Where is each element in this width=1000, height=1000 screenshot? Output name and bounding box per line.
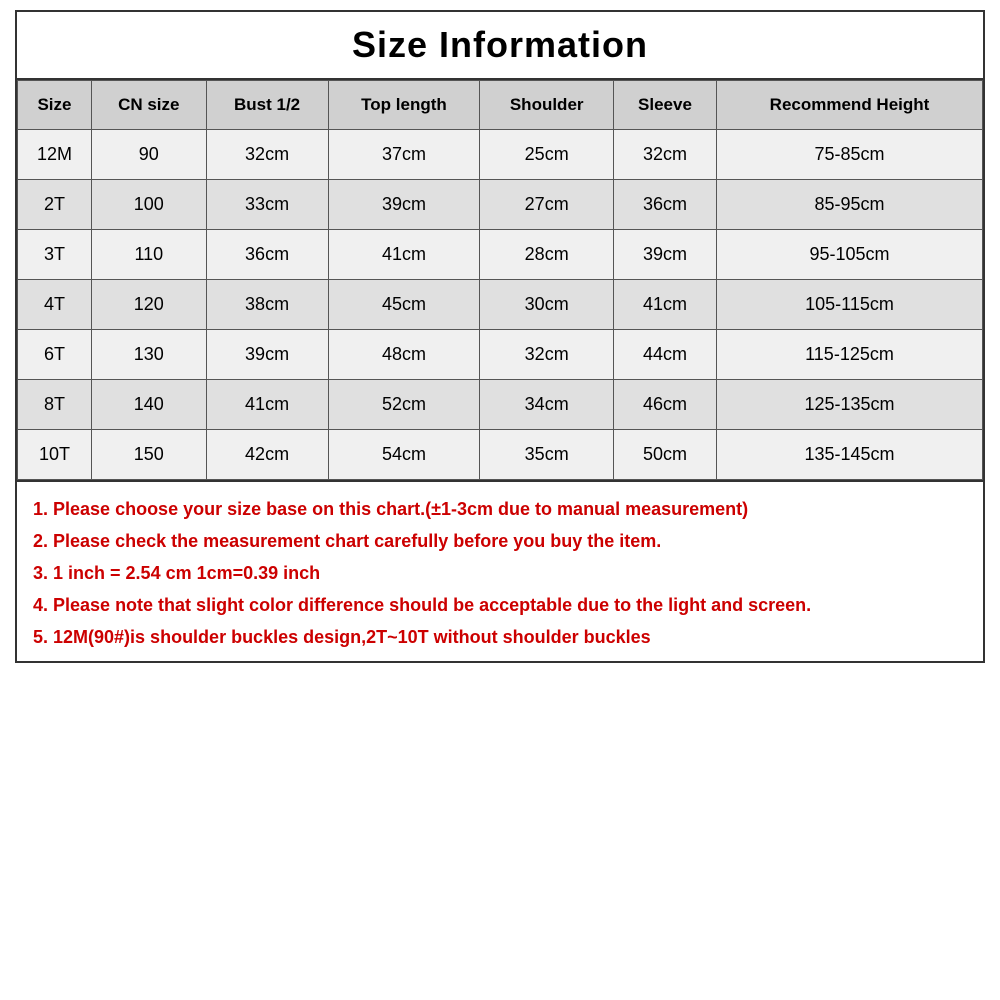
cell-0-4: 25cm xyxy=(480,130,614,180)
cell-6-0: 10T xyxy=(18,430,92,480)
cell-0-2: 32cm xyxy=(206,130,328,180)
cell-4-2: 39cm xyxy=(206,330,328,380)
cell-5-6: 125-135cm xyxy=(716,380,982,430)
size-table: SizeCN sizeBust 1/2Top lengthShoulderSle… xyxy=(17,80,983,480)
cell-6-2: 42cm xyxy=(206,430,328,480)
cell-0-6: 75-85cm xyxy=(716,130,982,180)
header-cell-4: Shoulder xyxy=(480,81,614,130)
table-row: 6T13039cm48cm32cm44cm115-125cm xyxy=(18,330,983,380)
notes-section: 1. Please choose your size base on this … xyxy=(15,482,985,663)
cell-5-5: 46cm xyxy=(613,380,716,430)
cell-4-6: 115-125cm xyxy=(716,330,982,380)
table-row: 10T15042cm54cm35cm50cm135-145cm xyxy=(18,430,983,480)
header-cell-0: Size xyxy=(18,81,92,130)
table-row: 2T10033cm39cm27cm36cm85-95cm xyxy=(18,180,983,230)
size-table-wrapper: SizeCN sizeBust 1/2Top lengthShoulderSle… xyxy=(15,78,985,482)
cell-1-2: 33cm xyxy=(206,180,328,230)
cell-5-0: 8T xyxy=(18,380,92,430)
cell-6-5: 50cm xyxy=(613,430,716,480)
table-row: 4T12038cm45cm30cm41cm105-115cm xyxy=(18,280,983,330)
cell-5-1: 140 xyxy=(91,380,206,430)
title-section: Size Information xyxy=(15,10,985,78)
note-4: 4. Please note that slight color differe… xyxy=(33,592,967,620)
table-row: 8T14041cm52cm34cm46cm125-135cm xyxy=(18,380,983,430)
cell-4-3: 48cm xyxy=(328,330,480,380)
cell-0-3: 37cm xyxy=(328,130,480,180)
cell-3-3: 45cm xyxy=(328,280,480,330)
cell-5-2: 41cm xyxy=(206,380,328,430)
header-cell-1: CN size xyxy=(91,81,206,130)
cell-2-6: 95-105cm xyxy=(716,230,982,280)
note-5: 5. 12M(90#)is shoulder buckles design,2T… xyxy=(33,624,967,652)
note-2: 2. Please check the measurement chart ca… xyxy=(33,528,967,556)
header-cell-2: Bust 1/2 xyxy=(206,81,328,130)
cell-2-2: 36cm xyxy=(206,230,328,280)
cell-2-5: 39cm xyxy=(613,230,716,280)
cell-2-3: 41cm xyxy=(328,230,480,280)
cell-6-1: 150 xyxy=(91,430,206,480)
cell-6-6: 135-145cm xyxy=(716,430,982,480)
cell-3-6: 105-115cm xyxy=(716,280,982,330)
cell-1-6: 85-95cm xyxy=(716,180,982,230)
cell-4-1: 130 xyxy=(91,330,206,380)
cell-3-4: 30cm xyxy=(480,280,614,330)
cell-1-1: 100 xyxy=(91,180,206,230)
cell-6-4: 35cm xyxy=(480,430,614,480)
cell-3-0: 4T xyxy=(18,280,92,330)
note-3: 3. 1 inch = 2.54 cm 1cm=0.39 inch xyxy=(33,560,967,588)
table-header: SizeCN sizeBust 1/2Top lengthShoulderSle… xyxy=(18,81,983,130)
cell-1-0: 2T xyxy=(18,180,92,230)
cell-3-2: 38cm xyxy=(206,280,328,330)
header-cell-6: Recommend Height xyxy=(716,81,982,130)
cell-0-1: 90 xyxy=(91,130,206,180)
header-cell-5: Sleeve xyxy=(613,81,716,130)
cell-5-3: 52cm xyxy=(328,380,480,430)
table-row: 12M9032cm37cm25cm32cm75-85cm xyxy=(18,130,983,180)
cell-0-5: 32cm xyxy=(613,130,716,180)
cell-4-4: 32cm xyxy=(480,330,614,380)
cell-1-4: 27cm xyxy=(480,180,614,230)
page-title: Size Information xyxy=(17,24,983,66)
size-info-page: Size Information SizeCN sizeBust 1/2Top … xyxy=(0,0,1000,1000)
table-body: 12M9032cm37cm25cm32cm75-85cm2T10033cm39c… xyxy=(18,130,983,480)
cell-1-3: 39cm xyxy=(328,180,480,230)
note-1: 1. Please choose your size base on this … xyxy=(33,496,967,524)
table-row: 3T11036cm41cm28cm39cm95-105cm xyxy=(18,230,983,280)
cell-4-0: 6T xyxy=(18,330,92,380)
header-cell-3: Top length xyxy=(328,81,480,130)
cell-2-1: 110 xyxy=(91,230,206,280)
cell-6-3: 54cm xyxy=(328,430,480,480)
cell-1-5: 36cm xyxy=(613,180,716,230)
cell-2-4: 28cm xyxy=(480,230,614,280)
cell-4-5: 44cm xyxy=(613,330,716,380)
cell-0-0: 12M xyxy=(18,130,92,180)
cell-3-5: 41cm xyxy=(613,280,716,330)
header-row: SizeCN sizeBust 1/2Top lengthShoulderSle… xyxy=(18,81,983,130)
cell-5-4: 34cm xyxy=(480,380,614,430)
cell-2-0: 3T xyxy=(18,230,92,280)
cell-3-1: 120 xyxy=(91,280,206,330)
